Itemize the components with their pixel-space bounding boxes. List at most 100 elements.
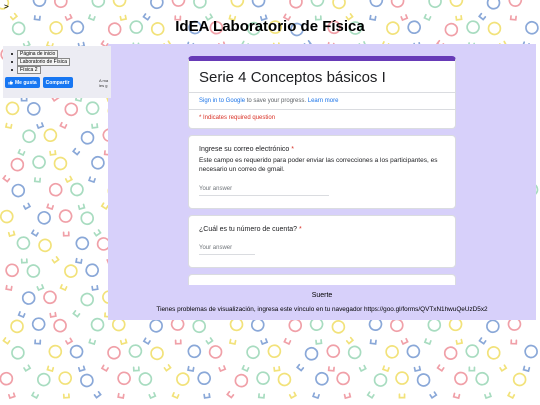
lightbulb-icon <box>24 262 48 293</box>
required-mark: * <box>291 146 294 153</box>
lightbulb-icon <box>71 235 91 265</box>
question-title: ¿Cuál es tu número de cuenta? * <box>199 226 445 233</box>
lightbulb-icon <box>77 371 105 401</box>
lightbulb-icon <box>42 289 61 319</box>
question-card-account: ¿Cuál es tu número de cuenta? * Your ans… <box>188 215 456 268</box>
lightbulb-icon <box>249 316 272 347</box>
lightbulb-icon <box>56 262 80 293</box>
facebook-buttons: Me gusta Compartir <box>5 77 73 88</box>
question-title: Ingrese su correo electrónico * <box>199 146 445 153</box>
lightbulb-icon <box>78 209 105 239</box>
lightbulb-icon <box>25 100 48 131</box>
lightbulb-icon <box>504 370 529 401</box>
lightbulb-icon <box>293 344 321 374</box>
facebook-side-text: A ma les g <box>99 78 108 88</box>
lightbulb-icon <box>395 371 409 399</box>
lightbulb-icon <box>388 316 412 347</box>
share-button[interactable]: Compartir <box>42 77 73 88</box>
lightbulb-icon <box>473 370 496 401</box>
lightbulb-icon <box>168 370 192 401</box>
lightbulb-icon <box>42 127 60 157</box>
page-title: IdEA Laboratorio de Física <box>175 18 365 35</box>
lightbulb-icon <box>433 344 460 374</box>
lightbulb-icon <box>170 317 186 345</box>
share-label: Compartir <box>45 79 70 86</box>
suerte-text: Suerte <box>311 292 333 299</box>
nav-item-laboratorio[interactable]: Laboratorio de Física <box>11 58 111 66</box>
lightbulb-icon <box>449 370 469 400</box>
lightbulb-icon <box>420 316 443 347</box>
lightbulb-icon <box>366 316 383 346</box>
form-title: Serie 4 Conceptos básicos I <box>199 69 386 86</box>
like-label: Me gusta <box>15 79 37 86</box>
lightbulb-icon <box>0 155 27 185</box>
lightbulb-icon <box>0 370 19 400</box>
lightbulb-icon <box>506 317 522 345</box>
embedded-form-frame: Serie 4 Conceptos básicos I Sign in to G… <box>108 44 536 320</box>
required-mark: * <box>299 226 302 233</box>
nav-item-fisica-2[interactable]: Física 2 <box>11 66 111 74</box>
lightbulb-icon <box>310 0 326 21</box>
lightbulb-icon <box>196 370 214 400</box>
lightbulb-icon <box>84 262 102 292</box>
question-title-text: Ingrese su correo electrónico <box>199 146 290 153</box>
like-button[interactable]: Me gusta <box>5 77 40 88</box>
lightbulb-icon <box>2 262 20 292</box>
signin-link[interactable]: Sign in to Google <box>199 98 245 104</box>
lightbulb-icon <box>30 154 47 183</box>
lightbulb-icon <box>43 181 65 211</box>
bullet-icon <box>11 69 13 71</box>
lightbulb-icon <box>68 181 89 211</box>
lightbulb-icon <box>51 316 76 347</box>
lightbulb-icon <box>98 343 123 374</box>
lightbulb-icon <box>69 128 97 158</box>
lightbulb-icon <box>85 316 106 346</box>
lightbulb-icon <box>85 154 107 185</box>
lightbulb-icon <box>266 343 284 373</box>
lightbulb-icon <box>85 100 102 130</box>
nav-list: Página de inicio Laboratorio de Física F… <box>3 46 111 74</box>
lightbulb-icon <box>335 370 355 400</box>
lightbulb-icon <box>324 343 341 373</box>
lightbulb-icon <box>68 343 89 373</box>
required-note: * Indicates required question <box>199 115 276 121</box>
lightbulb-icon <box>280 316 305 347</box>
lightbulb-icon <box>56 100 81 131</box>
site-navigation: Página de inicio Laboratorio de Física F… <box>3 46 111 98</box>
next-question-card <box>188 274 456 285</box>
lightbulb-icon <box>114 370 132 400</box>
question-card-email: Ingrese su correo electrónico * Este cam… <box>188 135 456 209</box>
lightbulb-icon <box>0 208 19 238</box>
lightbulb-icon <box>28 370 53 401</box>
lightbulb-icon <box>1 100 21 130</box>
nav-link-label[interactable]: Laboratorio de Física <box>17 58 70 66</box>
nav-link-label[interactable]: Página de inicio <box>17 50 59 58</box>
help-text: Tienes problemas de visualización, ingre… <box>156 306 488 313</box>
lightbulb-icon <box>206 343 230 374</box>
lightbulb-icon <box>0 317 27 347</box>
lightbulb-icon <box>14 127 38 158</box>
lightbulb-icon <box>475 317 502 347</box>
nav-link-label[interactable]: Física 2 <box>17 66 41 74</box>
lightbulb-icon <box>183 343 203 373</box>
question-description: Este campo es requerido para poder envia… <box>199 157 438 173</box>
lightbulb-icon <box>378 343 401 374</box>
lightbulb-icon <box>128 344 144 372</box>
nav-item-inicio[interactable]: Página de inicio <box>11 50 111 58</box>
account-number-field[interactable]: Your answer <box>199 245 255 255</box>
lightbulb-icon <box>136 370 160 401</box>
learn-more-link[interactable]: Learn more <box>308 98 339 104</box>
lightbulb-icon <box>190 317 217 347</box>
thumbs-up-icon <box>8 80 13 85</box>
lightbulb-icon <box>30 317 46 345</box>
lightbulb-icon <box>35 236 63 266</box>
lightbulb-icon <box>51 154 76 185</box>
email-field[interactable]: Your answer <box>199 186 329 196</box>
lightbulb-icon <box>329 317 357 347</box>
lightbulb-icon <box>309 316 326 346</box>
lightbulb-icon <box>465 344 480 372</box>
lightbulb-icon <box>238 343 262 374</box>
form-scroll-area[interactable]: Serie 4 Conceptos básicos I Sign in to G… <box>188 56 456 285</box>
lightbulb-icon <box>170 0 186 21</box>
lightbulb-icon <box>414 370 441 401</box>
